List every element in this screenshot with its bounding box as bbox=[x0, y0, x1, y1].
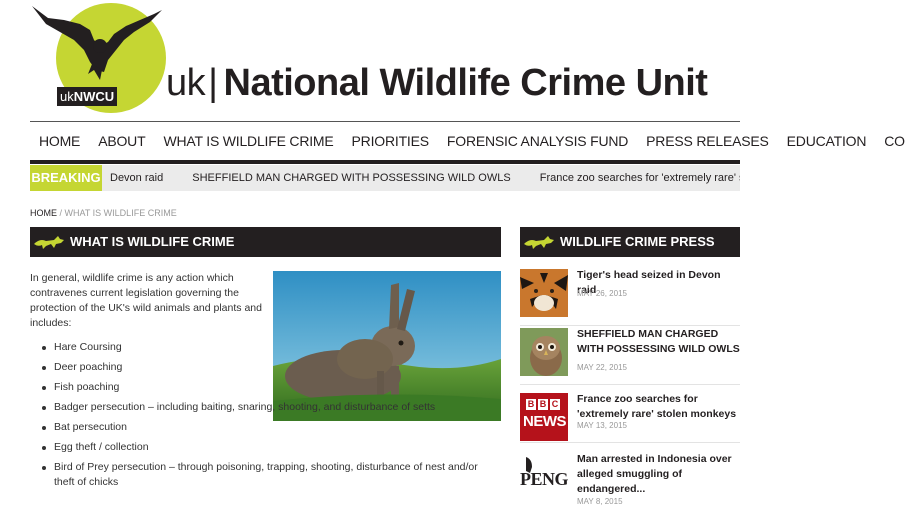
divider bbox=[520, 442, 740, 443]
press-item-title[interactable]: France zoo searches for 'extremely rare'… bbox=[577, 392, 742, 422]
logo-nwcu-text: NWCU bbox=[73, 89, 115, 104]
owl-thumbnail[interactable] bbox=[520, 328, 568, 376]
main-navigation: HOME ABOUT WHAT IS WILDLIFE CRIME PRIORI… bbox=[30, 121, 905, 164]
press-item-title[interactable]: SHEFFIELD MAN CHARGED WITH POSSESSING WI… bbox=[577, 327, 742, 357]
press-item-date: MAY 8, 2015 bbox=[577, 497, 623, 506]
nav-what-is-wildlife-crime[interactable]: WHAT IS WILDLIFE CRIME bbox=[163, 133, 333, 149]
list-item: Badger persecution – including baiting, … bbox=[30, 400, 500, 415]
list-item: Bat persecution bbox=[30, 420, 500, 435]
list-item: Bird of Prey persecution – through poiso… bbox=[30, 460, 500, 490]
press-item[interactable]: Tiger's head seized in Devon raid MAY 26… bbox=[520, 269, 740, 317]
nav-priorities[interactable]: PRIORITIES bbox=[352, 133, 430, 149]
penguin-thumbnail[interactable]: PENG bbox=[520, 453, 568, 501]
ticker-item[interactable]: France zoo searches for 'extremely rare'… bbox=[540, 172, 740, 184]
list-item: Hare Coursing bbox=[30, 340, 500, 355]
bbc-letter: C bbox=[550, 399, 560, 410]
divider bbox=[520, 384, 740, 385]
site-title-divider: | bbox=[208, 62, 218, 104]
ticker-item[interactable]: SHEFFIELD MAN CHARGED WITH POSSESSING WI… bbox=[192, 172, 510, 184]
list-item: Deer poaching bbox=[30, 360, 500, 375]
nav-press-releases[interactable]: PRESS RELEASES bbox=[646, 133, 769, 149]
pen-wordmark: PENG bbox=[520, 469, 568, 489]
bbc-letter: B bbox=[526, 399, 536, 410]
press-item-date: MAY 22, 2015 bbox=[577, 363, 627, 372]
breadcrumb-home[interactable]: HOME bbox=[30, 208, 57, 218]
press-item[interactable]: PENG Man arrested in Indonesia over alle… bbox=[520, 452, 742, 506]
breaking-label: BREAKING bbox=[30, 165, 102, 191]
intro-text: In general, wildlife crime is any action… bbox=[30, 272, 262, 329]
breadcrumb: HOME / WHAT IS WILDLIFE CRIME bbox=[30, 208, 177, 218]
nav-contact[interactable]: CONTACT bbox=[884, 133, 905, 149]
press-item-title[interactable]: Man arrested in Indonesia over alleged s… bbox=[577, 452, 742, 497]
news-wordmark: NEWS bbox=[523, 413, 567, 430]
breadcrumb-current: WHAT IS WILDLIFE CRIME bbox=[64, 208, 177, 218]
fox-icon bbox=[524, 236, 554, 249]
main-section-title: WHAT IS WILDLIFE CRIME bbox=[70, 234, 235, 249]
logo-uk-text: uk bbox=[60, 89, 74, 104]
divider bbox=[520, 325, 740, 326]
site-title: uk| National Wildlife Crime Unit bbox=[166, 62, 708, 105]
sidebar-heading: WILDLIFE CRIME PRESS COVERAGE bbox=[520, 227, 740, 279]
bbc-letter: B bbox=[538, 399, 548, 410]
tiger-thumbnail[interactable] bbox=[520, 269, 568, 317]
main-section-heading: WHAT IS WILDLIFE CRIME bbox=[30, 227, 501, 257]
logo-wordmark: ukNWCU bbox=[57, 87, 118, 106]
breaking-ticker: Devon raid SHEFFIELD MAN CHARGED WITH PO… bbox=[110, 165, 740, 191]
nav-education[interactable]: EDUCATION bbox=[787, 133, 867, 149]
nwcu-logo[interactable]: ukNWCU bbox=[30, 0, 166, 113]
owl-icon bbox=[32, 6, 162, 80]
list-item: Fish poaching bbox=[30, 380, 500, 395]
press-item-date: MAY 26, 2015 bbox=[577, 289, 627, 298]
nav-about[interactable]: ABOUT bbox=[98, 133, 145, 149]
site-title-uk: uk bbox=[166, 62, 206, 104]
breadcrumb-separator: / bbox=[57, 208, 65, 218]
nav-home[interactable]: HOME bbox=[39, 133, 80, 149]
list-item: Egg theft / collection bbox=[30, 440, 500, 455]
site-title-main: National Wildlife Crime Unit bbox=[223, 62, 708, 104]
fox-icon bbox=[34, 236, 64, 249]
ticker-item[interactable]: Devon raid bbox=[110, 172, 163, 184]
wildlife-crime-list: Hare Coursing Deer poaching Fish poachin… bbox=[30, 340, 500, 495]
press-item[interactable]: B B C NEWS France zoo searches for 'extr… bbox=[520, 393, 740, 441]
press-item-date: MAY 13, 2015 bbox=[577, 421, 627, 430]
breaking-news-bar: BREAKING Devon raid SHEFFIELD MAN CHARGE… bbox=[30, 165, 740, 191]
bbc-news-thumbnail[interactable]: B B C NEWS bbox=[520, 393, 568, 441]
press-item[interactable]: SHEFFIELD MAN CHARGED WITH POSSESSING WI… bbox=[520, 328, 740, 376]
nav-forensic-analysis-fund[interactable]: FORENSIC ANALYSIS FUND bbox=[447, 133, 628, 149]
